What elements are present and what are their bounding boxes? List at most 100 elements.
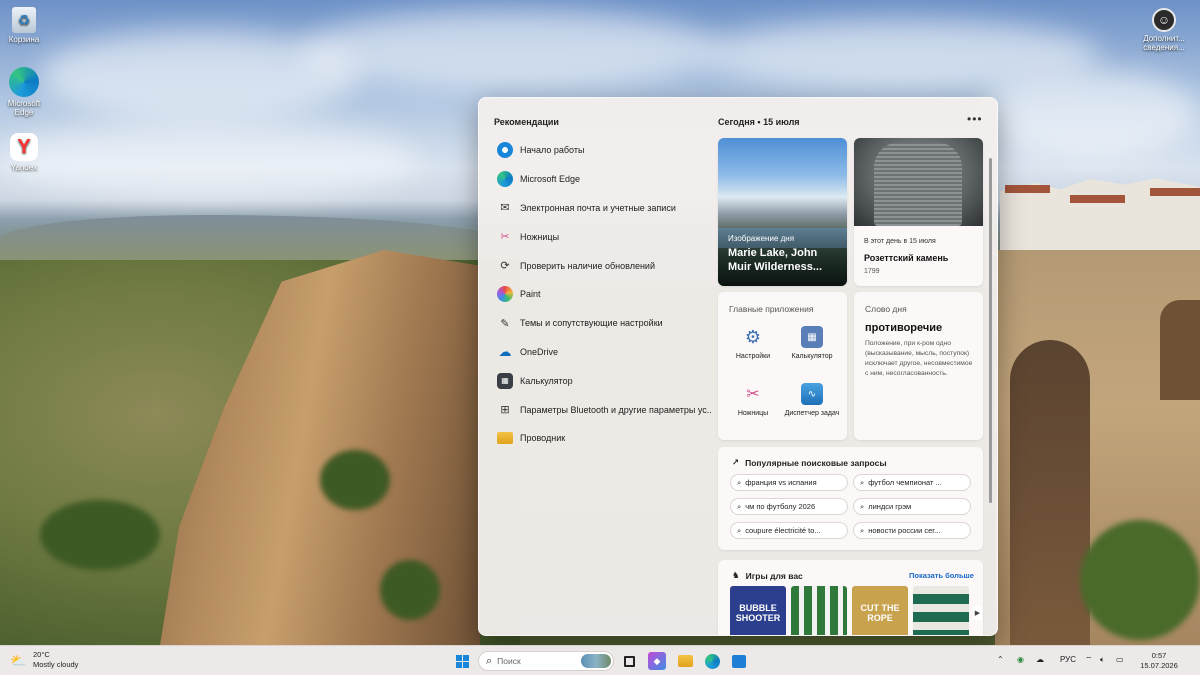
feed-date-header: Сегодня • 15 июля	[718, 117, 800, 127]
recommendation-item[interactable]: Paint	[497, 280, 712, 309]
task-view-button[interactable]	[620, 652, 638, 670]
clock[interactable]: 0:57 15.07.2026	[1134, 651, 1184, 671]
search-chip-label: франция vs испания	[745, 478, 817, 487]
taskbar-edge[interactable]	[703, 652, 721, 670]
game-tile[interactable]: BUBBLE SHOOTER	[730, 586, 786, 635]
game-tile[interactable]: CUT THE ROPE	[852, 586, 908, 635]
search-icon: ⌕	[860, 501, 865, 511]
game-tile[interactable]	[791, 586, 847, 635]
recommendation-item[interactable]: ✂ Ножницы	[497, 222, 712, 251]
update-icon: ⟳	[500, 260, 510, 273]
picture-of-the-day-card[interactable]: Изображение дня Marie Lake, John Muir Wi…	[718, 138, 847, 286]
word: противоречие	[865, 322, 943, 334]
calculator-icon: ▦	[801, 326, 823, 348]
edge-icon	[497, 171, 513, 188]
cloud-sun-icon: ⛅	[10, 653, 27, 668]
recommendation-label: Проверить наличие обновлений	[520, 260, 655, 271]
battery-icon[interactable]: ▭	[1116, 655, 1124, 664]
search-chip[interactable]: ⌕ coupure électricité to...	[730, 522, 848, 539]
get-started-icon	[497, 142, 513, 159]
more-options-icon[interactable]: •••	[967, 112, 983, 126]
search-chip-label: линдси грэм	[868, 502, 912, 511]
card-title: Популярные поисковые запросы	[745, 457, 887, 468]
calculator-icon: ▦	[497, 372, 513, 389]
brush-icon: ✎	[500, 317, 510, 330]
folder-icon	[677, 655, 693, 667]
taskbar-store[interactable]	[730, 652, 748, 670]
card-title: Розеттский камень	[864, 253, 949, 263]
app-settings[interactable]: ⚙ Настройки	[723, 326, 783, 361]
start-button[interactable]	[453, 652, 471, 670]
recommendations-list: Начало работы Microsoft Edge ✉ Электронн…	[497, 136, 712, 453]
card-year: 1799	[864, 268, 880, 275]
volume-icon[interactable]: 🔈︎	[1100, 655, 1105, 665]
card-subtitle: В этот день в 15 июля	[864, 238, 936, 245]
search-placeholder: Поиск	[497, 656, 521, 666]
recommendation-item[interactable]: ⟳ Проверить наличие обновлений	[497, 251, 712, 280]
edge-icon	[704, 653, 720, 669]
app-snipping-tool[interactable]: ✂ Ножницы	[723, 383, 783, 418]
search-icon: ⌕	[860, 525, 865, 535]
search-chip[interactable]: ⌕ чм по футболу 2026	[730, 498, 848, 515]
taskbar-search-input[interactable]: ⌕ Поиск	[478, 651, 614, 671]
desktop-icon-label: Корзина	[8, 35, 40, 44]
cloud	[300, 10, 720, 90]
recommendation-item[interactable]: ☁ OneDrive	[497, 338, 712, 367]
search-icon: ⌕	[737, 525, 742, 535]
card-title: Главные приложения	[729, 304, 814, 314]
recommendation-label: Microsoft Edge	[520, 174, 581, 185]
windows-logo-icon	[455, 654, 469, 668]
search-chip[interactable]: ⌕ футбол чемпионат ...	[853, 474, 971, 491]
word-of-the-day-card[interactable]: Слово дня противоречие Положение, при к-…	[854, 292, 983, 440]
recommendation-item[interactable]: ✉ Электронная почта и учетные записи	[497, 194, 712, 223]
recommendation-label: Электронная почта и учетные записи	[520, 202, 676, 213]
taskbar-file-explorer[interactable]	[676, 652, 694, 670]
cloud-icon[interactable]: ☁	[1036, 655, 1044, 664]
search-chip[interactable]: ⌕ франция vs испания	[730, 474, 848, 491]
card-title: Игры для вас	[745, 570, 803, 581]
search-icon: ⌕	[737, 477, 742, 487]
top-apps-card: Главные приложения ⚙ Настройки ▦ Калькул…	[718, 292, 847, 440]
search-chip[interactable]: ⌕ новости россии сег...	[853, 522, 971, 539]
task-view-icon	[623, 655, 635, 667]
chevron-right-icon[interactable]: ▶	[973, 606, 982, 620]
app-task-manager[interactable]: ∿ Диспетчер задач	[782, 383, 842, 418]
game-tile[interactable]	[913, 586, 969, 635]
recommendation-item[interactable]: ⊞ Параметры Bluetooth и другие параметры…	[497, 395, 712, 424]
widgets-panel: Рекомендации Начало работы Microsoft Edg…	[478, 97, 998, 636]
on-this-day-card[interactable]: В этот день в 15 июля Розеттский камень …	[854, 138, 983, 286]
chevron-up-icon[interactable]: ⌃	[997, 655, 1004, 664]
microsoft-store-icon	[732, 654, 746, 668]
cloud	[0, 120, 420, 200]
recommendation-label: OneDrive	[520, 346, 559, 357]
person-icon: ☺	[1152, 8, 1176, 32]
recycle-bin-icon: ♻	[12, 7, 36, 33]
roof	[1150, 188, 1200, 196]
search-icon: ⌕	[737, 501, 742, 511]
desktop-icon-label: Yandex	[10, 163, 38, 172]
snipping-tool-icon: ✂	[746, 385, 760, 403]
recommendation-item[interactable]: Проводник	[497, 424, 712, 453]
game-title: CUT THE ROPE	[860, 603, 900, 623]
security-icon[interactable]: ◉	[1017, 655, 1024, 664]
card-title: Marie Lake, John Muir Wilderness...	[728, 247, 823, 273]
recommendation-item[interactable]: Начало работы	[497, 136, 712, 165]
desktop-icon-additional-info[interactable]: ☺ Дополнит... сведения...	[1139, 8, 1189, 52]
weather-widget[interactable]: ⛅ 20°C Mostly cloudy	[10, 650, 78, 670]
app-calculator[interactable]: ▦ Калькулятор	[782, 326, 842, 361]
wifi-icon[interactable]: ⌔	[1085, 655, 1093, 665]
game-title: BUBBLE SHOOTER	[735, 603, 781, 623]
search-chip[interactable]: ⌕ линдси грэм	[853, 498, 971, 515]
desktop-icon-yandex[interactable]: Y Yandex	[0, 133, 48, 172]
recommendation-item[interactable]: ▦ Калькулятор	[497, 366, 712, 395]
desktop-icon-edge[interactable]: Microsoft Edge	[0, 67, 48, 117]
desktop-icon-recycle-bin[interactable]: ♻ Корзина	[0, 7, 48, 44]
recommendation-item[interactable]: ✎ Темы и сопутствующие настройки	[497, 309, 712, 338]
mail-icon: ✉	[500, 202, 510, 215]
panel-scrollbar[interactable]	[989, 158, 992, 503]
show-more-link[interactable]: Показать больше	[909, 571, 974, 580]
recommendation-item[interactable]: Microsoft Edge	[497, 165, 712, 194]
language-indicator[interactable]: РУС	[1060, 655, 1076, 664]
taskbar-app-icon[interactable]: ◆	[648, 652, 666, 670]
weather-temp: 20°C	[33, 650, 50, 659]
